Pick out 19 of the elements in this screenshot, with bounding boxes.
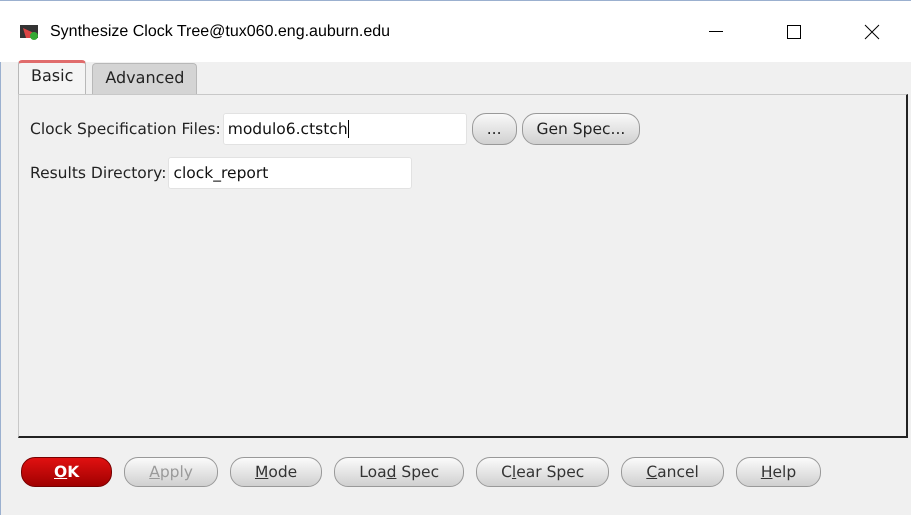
- field-label: Results Directory:: [30, 164, 166, 182]
- input-field[interactable]: clock_report: [168, 157, 412, 189]
- dialog-button[interactable]: Load Spec: [334, 457, 464, 487]
- dialog-button[interactable]: Clear Spec: [476, 457, 610, 487]
- app-icon: [20, 24, 40, 40]
- dialog-button[interactable]: Mode: [230, 457, 322, 487]
- close-icon[interactable]: [864, 24, 880, 40]
- field-button[interactable]: ...: [472, 113, 516, 145]
- minimize-icon[interactable]: [708, 30, 724, 33]
- dialog-button[interactable]: OK: [21, 457, 112, 487]
- dialog-button[interactable]: Cancel: [621, 457, 724, 487]
- tab[interactable]: Basic: [18, 60, 86, 94]
- tab[interactable]: Advanced: [92, 63, 198, 94]
- window-title: Synthesize Clock Tree@tux060.eng.auburn.edu: [50, 22, 392, 40]
- field-label: Clock Specification Files:: [30, 120, 221, 138]
- input-field[interactable]: modulo6.ctstch: [222, 113, 467, 145]
- dialog-button[interactable]: Help: [736, 457, 822, 487]
- field-button[interactable]: Gen Spec...: [522, 113, 640, 145]
- maximize-icon[interactable]: [786, 24, 802, 40]
